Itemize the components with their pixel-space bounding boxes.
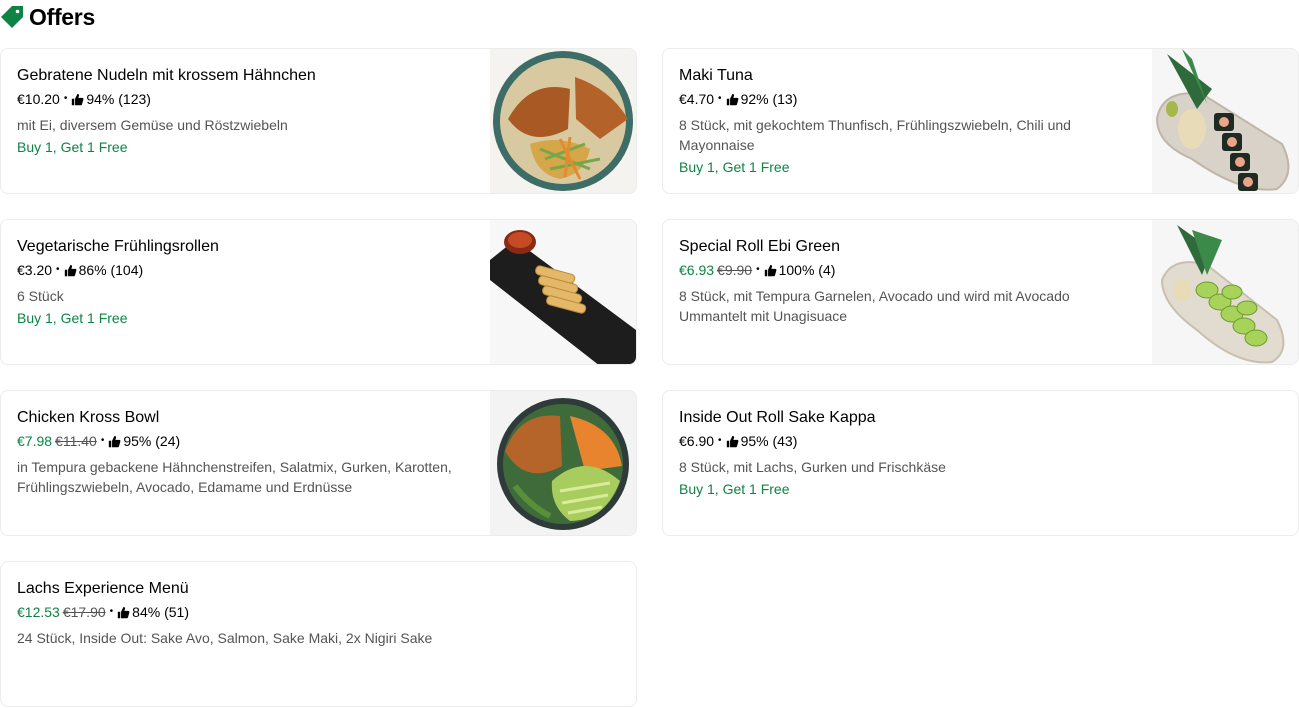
offer-card-fruehlingsrollen[interactable]: Vegetarische Frühlingsrollen €3.20 • 86%… [0,219,637,365]
offer-card-chicken-kross-bowl[interactable]: Chicken Kross Bowl €7.98 €11.40 • 95% (2… [0,390,637,536]
item-description: 24 Stück, Inside Out: Sake Avo, Salmon, … [17,630,433,646]
separator-dot: • [718,435,722,446]
item-rating: 84% (51) [132,604,189,620]
item-image[interactable] [490,220,636,364]
green-roll-plate-image [1152,220,1298,364]
section-title: Offers [29,3,95,30]
item-rating: 95% (43) [740,433,798,449]
separator-dot: • [718,93,722,104]
item-description: in Tempura gebackene Hähnchenstreifen, S… [17,459,452,495]
item-price: €6.90 [679,433,715,449]
item-price: €4.70 [679,91,715,107]
spring-rolls-image [490,220,636,364]
item-sale-price: €6.93 [679,262,715,278]
offer-card-lachs-experience-menu[interactable]: Lachs Experience Menü €12.53 €17.90 • 84… [0,561,637,707]
offers-header: Offers [0,0,400,34]
separator-dot: • [756,264,760,275]
thumbs-up-icon [109,435,121,447]
item-original-price: €11.40 [55,433,97,449]
item-rating: 92% (13) [740,91,798,107]
item-rating: 100% (4) [778,262,836,278]
offer-card-maki-tuna[interactable]: Maki Tuna €4.70 • 92% (13) 8 Stück, mit … [662,48,1299,194]
item-rating: 95% (24) [123,433,181,449]
separator-dot: • [100,435,105,446]
item-price: €3.20 [17,262,53,278]
item-name: Vegetarische Frühlingsrollen [17,238,219,255]
item-name: Gebratene Nudeln mit krossem Hähnchen [17,67,316,84]
item-description: mit Ei, diversem Gemüse und Röstzwiebeln [17,117,288,133]
item-price: €10.20 [17,91,60,107]
promo-label: Buy 1, Get 1 Free [17,139,128,155]
separator-dot: • [109,606,114,617]
chicken-bowl-image [490,391,636,535]
item-image[interactable] [1152,49,1298,193]
thumbs-up-icon [72,93,84,105]
item-sale-price: €7.98 [17,433,53,449]
item-name: Inside Out Roll Sake Kappa [679,409,876,426]
offer-card-inside-out-roll-sake-kappa[interactable]: Inside Out Roll Sake Kappa €6.90 • 95% (… [662,390,1299,536]
item-rating: 94% (123) [86,91,151,107]
item-name: Special Roll Ebi Green [679,238,840,255]
item-name: Chicken Kross Bowl [17,409,160,426]
item-name: Maki Tuna [679,67,753,84]
item-original-price: €17.90 [62,604,106,620]
offer-card-special-roll-ebi-green[interactable]: Special Roll Ebi Green €6.93 €9.90 • 100… [662,219,1299,365]
item-description: 8 Stück, mit gekochtem Thunfisch, Frühli… [679,117,1071,153]
item-original-price: €9.90 [717,262,753,278]
item-image[interactable] [1152,220,1298,364]
item-image[interactable] [490,391,636,535]
maki-plate-image [1152,49,1298,193]
thumbs-up-icon [64,264,76,276]
item-description: 8 Stück, mit Lachs, Gurken und Frischkäs… [679,459,946,475]
thumbs-up-icon [117,606,130,618]
noodles-chicken-image [490,49,636,193]
thumbs-up-icon [726,435,738,447]
promo-label: Buy 1, Get 1 Free [679,481,790,497]
item-sale-price: €12.53 [17,604,60,620]
separator-dot: • [63,93,68,104]
thumbs-up-icon [726,93,738,105]
item-description: 8 Stück, mit Tempura Garnelen, Avocado u… [679,288,1070,324]
separator-dot: • [56,264,60,275]
item-rating: 86% (104) [78,262,144,278]
promo-label: Buy 1, Get 1 Free [679,159,790,175]
tag-icon [1,6,23,28]
offer-card-gebratene-nudeln[interactable]: Gebratene Nudeln mit krossem Hähnchen €1… [0,48,637,194]
thumbs-up-icon [764,264,777,276]
item-name: Lachs Experience Menü [17,580,189,597]
item-image[interactable] [490,49,636,193]
item-description: 6 Stück [17,288,64,304]
promo-label: Buy 1, Get 1 Free [17,310,128,326]
